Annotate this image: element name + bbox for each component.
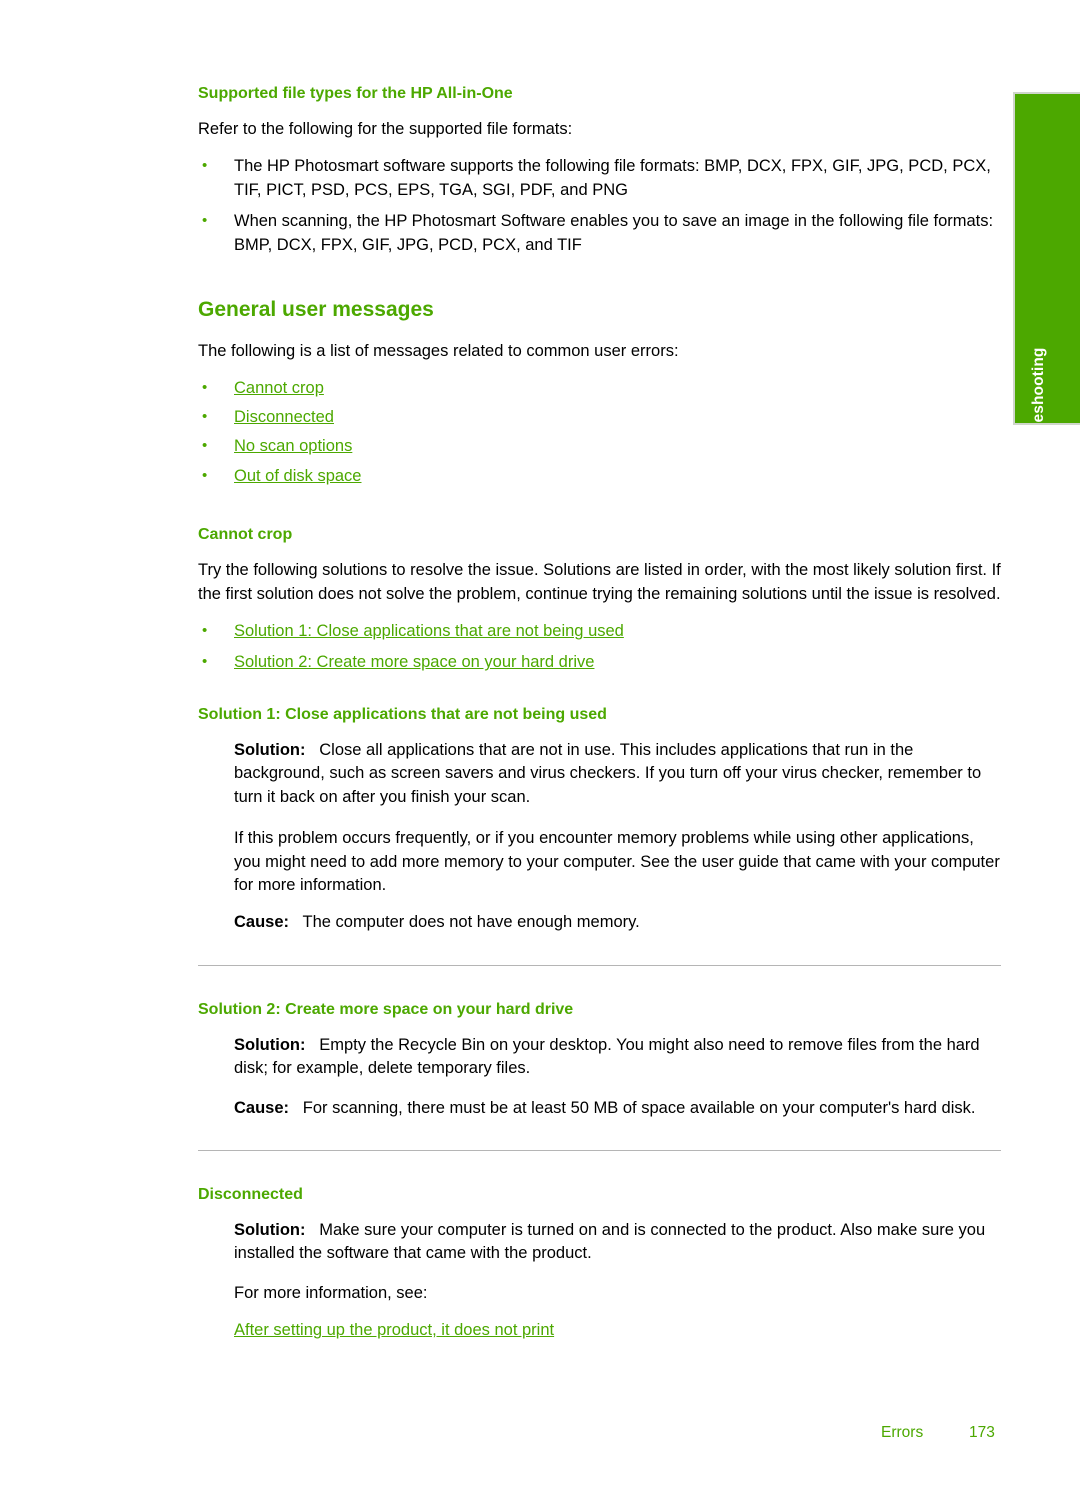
page-footer: Errors 173	[0, 1424, 1080, 1448]
paragraph-solution-1-solution: Solution: Close all applications that ar…	[234, 739, 1003, 809]
text-solution-2-solution: Empty the Recycle Bin on your desktop. Y…	[234, 1035, 980, 1078]
page-content: Supported file types for the HP All-in-O…	[198, 84, 1003, 1343]
list-general-user-messages: Cannot crop Disconnected No scan options…	[198, 374, 1003, 491]
footer-chapter-name: Errors	[881, 1424, 924, 1441]
text-solution-2-cause: For scanning, there must be at least 50 …	[302, 1098, 976, 1117]
paragraph-solution-2-cause: Cause: For scanning, there must be at le…	[234, 1097, 1003, 1120]
link-solution-1[interactable]: Solution 1: Close applications that are …	[234, 622, 624, 640]
paragraph-disconnected-more-info: For more information, see:	[234, 1283, 428, 1302]
heading-solution-2: Solution 2: Create more space on your ha…	[198, 1000, 574, 1018]
link-cannot-crop[interactable]: Cannot crop	[234, 379, 324, 397]
link-out-of-disk-space[interactable]: Out of disk space	[234, 467, 361, 485]
list-cannot-crop-solutions: Solution 1: Close applications that are …	[198, 620, 1003, 675]
list-item: No scan options	[198, 432, 1003, 461]
label-cause: Cause:	[234, 1098, 290, 1117]
link-after-setting-up-product[interactable]: After setting up the product, it does no…	[234, 1321, 554, 1339]
list-item: Disconnected	[198, 403, 1003, 432]
disconnected-body: Solution: Make sure your computer is tur…	[234, 1219, 1003, 1343]
chapter-thumb-tab: Troubleshooting	[1013, 92, 1080, 425]
solution-2-body: Solution: Empty the Recycle Bin on your …	[234, 1034, 1003, 1120]
paragraph-solution-2-solution: Solution: Empty the Recycle Bin on your …	[234, 1034, 1003, 1081]
text-disconnected-solution: Make sure your computer is turned on and…	[234, 1221, 986, 1263]
paragraph-cannot-crop-intro: Try the following solutions to resolve t…	[198, 561, 1001, 603]
heading-disconnected: Disconnected	[198, 1186, 303, 1204]
list-item: Out of disk space	[198, 462, 1003, 491]
footer-page-number: 173	[969, 1424, 995, 1441]
list-item: When scanning, the HP Photosmart Softwar…	[198, 210, 1003, 257]
list-item: The HP Photosmart software supports the …	[198, 155, 1003, 202]
document-page: Troubleshooting Supported file types for…	[0, 0, 1080, 1495]
link-disconnected[interactable]: Disconnected	[234, 408, 334, 426]
text-solution-1-solution: Close all applications that are not in u…	[234, 740, 982, 806]
paragraph-disconnected-solution: Solution: Make sure your computer is tur…	[234, 1219, 1003, 1266]
paragraph-solution-1-extra: If this problem occurs frequently, or if…	[234, 829, 1000, 894]
paragraph-disconnected-link: After setting up the product, it does no…	[234, 1319, 1003, 1342]
list-supported-file-types: The HP Photosmart software supports the …	[198, 155, 1003, 257]
label-solution: Solution:	[234, 1035, 306, 1054]
list-item: Cannot crop	[198, 374, 1003, 403]
solution-1-body: Solution: Close all applications that ar…	[234, 739, 1003, 935]
text-solution-1-cause: The computer does not have enough memory…	[302, 913, 640, 932]
link-solution-2[interactable]: Solution 2: Create more space on your ha…	[234, 653, 594, 671]
label-solution: Solution:	[234, 740, 306, 759]
list-item: Solution 1: Close applications that are …	[198, 620, 1003, 643]
label-cause: Cause:	[234, 913, 290, 932]
chapter-thumb-tab-label: Troubleshooting	[1029, 347, 1047, 425]
paragraph-supported-file-types-intro: Refer to the following for the supported…	[198, 120, 573, 138]
paragraph-solution-1-cause: Cause: The computer does not have enough…	[234, 911, 1003, 934]
heading-solution-1: Solution 1: Close applications that are …	[198, 705, 607, 723]
heading-supported-file-types: Supported file types for the HP All-in-O…	[198, 85, 513, 102]
heading-cannot-crop: Cannot crop	[198, 526, 293, 544]
paragraph-general-user-messages-intro: The following is a list of messages rela…	[198, 342, 679, 361]
heading-general-user-messages: General user messages	[198, 298, 434, 322]
label-solution: Solution:	[234, 1221, 306, 1240]
list-item: Solution 2: Create more space on your ha…	[198, 651, 1003, 674]
link-no-scan-options[interactable]: No scan options	[234, 437, 352, 455]
